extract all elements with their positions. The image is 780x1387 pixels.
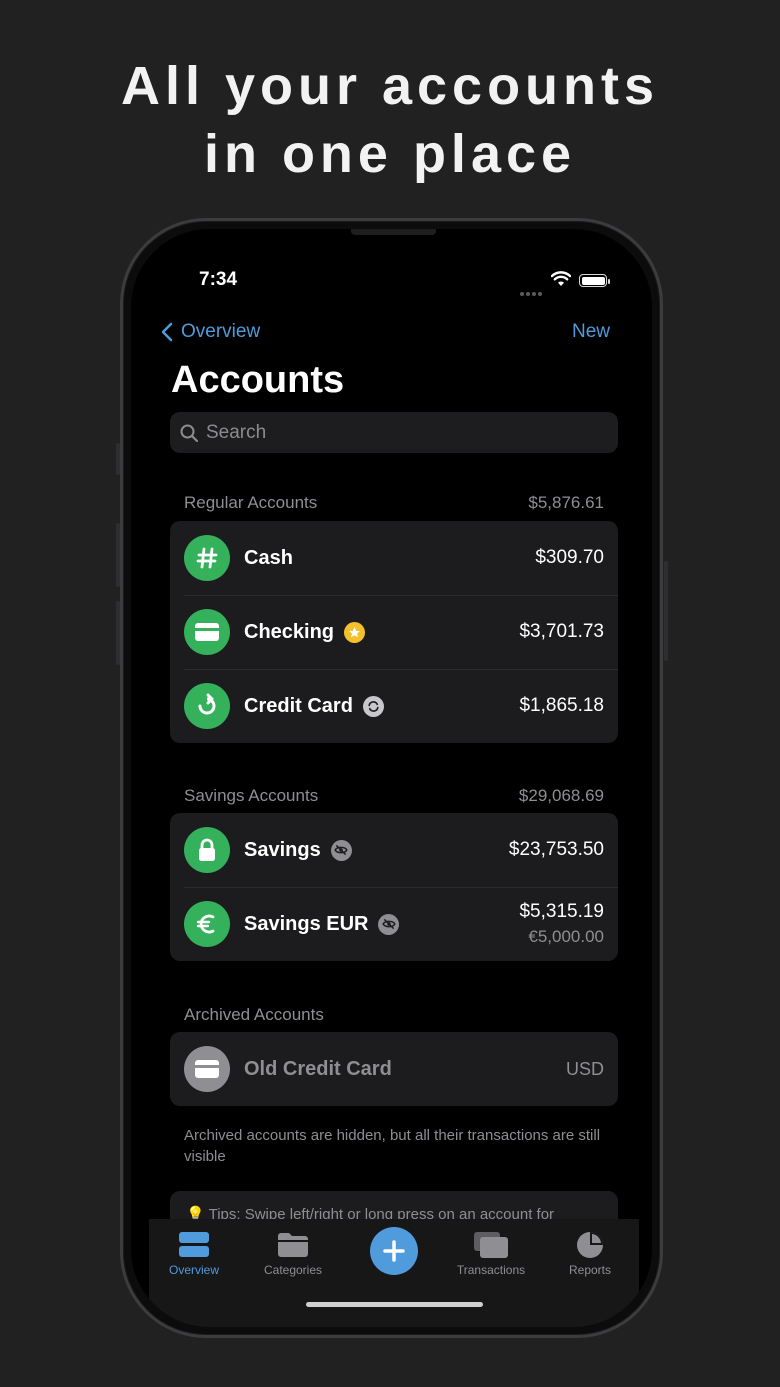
- account-row-checking[interactable]: Checking $3,701.73: [170, 595, 618, 669]
- phone-frame: 7:34 Overview New Accounts Regular Accou…: [116, 218, 668, 1338]
- navigation-bar: Overview New: [131, 309, 652, 349]
- section-title: Regular Accounts: [184, 493, 318, 512]
- account-row-cash[interactable]: Cash $309.70: [170, 521, 618, 595]
- tab-label: Transactions: [456, 1263, 526, 1277]
- account-name-wrap: Checking: [244, 620, 366, 644]
- account-name: Credit Card: [244, 694, 353, 717]
- account-balance-wrap: $5,315.19 €5,000.00: [519, 901, 604, 947]
- section-title: Savings Accounts: [184, 786, 319, 805]
- card-icon: [184, 1046, 230, 1092]
- headline-line-1: All your accounts: [120, 56, 660, 116]
- account-name-wrap: Savings EUR: [244, 912, 400, 936]
- eye-slash-icon: [378, 913, 400, 935]
- account-row-old-credit-card[interactable]: Old Credit Card USD: [170, 1032, 618, 1106]
- tab-label: Overview: [168, 1263, 219, 1277]
- headline: All your accounts in one place: [0, 52, 780, 188]
- account-name: Savings EUR: [244, 912, 369, 935]
- tab-transactions[interactable]: Transactions: [446, 1223, 536, 1277]
- page-title: Accounts: [171, 359, 345, 401]
- tab-label: Categories: [263, 1263, 323, 1277]
- add-transaction-button[interactable]: [370, 1227, 418, 1275]
- status-bar: 7:34: [131, 229, 652, 319]
- account-balance: $3,701.73: [519, 621, 604, 642]
- phone-screen: 7:34 Overview New Accounts Regular Accou…: [131, 229, 652, 1327]
- mute-switch: [116, 443, 120, 475]
- pie-chart-icon: [545, 1227, 635, 1263]
- account-row-savings[interactable]: Savings $23,753.50: [170, 813, 618, 887]
- search-input[interactable]: [206, 421, 586, 444]
- status-time: 7:34: [199, 269, 238, 290]
- volume-up-button: [116, 523, 120, 587]
- cycle-icon: [184, 683, 230, 729]
- savings-accounts-header: Savings Accounts $29,068.69: [184, 786, 604, 806]
- account-name: Old Credit Card: [244, 1057, 392, 1080]
- volume-down-button: [116, 601, 120, 665]
- plus-icon: [383, 1240, 405, 1262]
- headline-line-2: in one place: [203, 124, 577, 184]
- transactions-icon: [446, 1227, 536, 1263]
- star-icon: [344, 621, 366, 643]
- power-button: [664, 561, 668, 661]
- account-name-wrap: Savings: [244, 839, 352, 862]
- tab-bar: Overview Categories Transactions Reports: [149, 1219, 639, 1327]
- card-icon: [184, 609, 230, 655]
- tab-label: Reports: [568, 1263, 612, 1277]
- lock-icon: [184, 827, 230, 873]
- regular-accounts-header: Regular Accounts $5,876.61: [184, 493, 604, 513]
- euro-icon: [184, 901, 230, 947]
- account-balance: $1,865.18: [519, 695, 604, 716]
- search-icon: [180, 424, 198, 442]
- account-balance: $5,315.19: [519, 901, 604, 922]
- archived-footnote: Archived accounts are hidden, but all th…: [184, 1127, 601, 1165]
- back-button[interactable]: Overview: [161, 321, 260, 343]
- account-currency: USD: [565, 1058, 604, 1079]
- overview-icon: [149, 1227, 239, 1263]
- hash-icon: [184, 535, 230, 581]
- section-total: $5,876.61: [528, 493, 604, 512]
- archived-accounts-list: Old Credit Card USD: [170, 1032, 618, 1106]
- cellular-signal-icon: [520, 283, 544, 296]
- regular-accounts-list: Cash $309.70 Checking $3,701.73 Credit C…: [170, 521, 618, 743]
- eye-slash-icon: [330, 839, 352, 861]
- account-balance: $23,753.50: [508, 839, 604, 860]
- wifi-icon: [551, 271, 571, 286]
- search-bar[interactable]: [170, 412, 618, 453]
- home-indicator: [306, 1302, 483, 1307]
- account-row-credit-card[interactable]: Credit Card $1,865.18: [170, 669, 618, 743]
- cycle-badge-icon: [362, 695, 384, 717]
- account-name-wrap: Credit Card: [244, 695, 384, 718]
- chevron-left-icon: [161, 322, 173, 342]
- section-total: $29,068.69: [518, 786, 604, 805]
- section-title: Archived Accounts: [184, 1005, 324, 1024]
- account-row-savings-eur[interactable]: Savings EUR $5,315.19 €5,000.00: [170, 887, 618, 961]
- account-balance-original-currency: €5,000.00: [528, 927, 604, 946]
- account-name: Cash: [244, 546, 293, 569]
- tab-overview[interactable]: Overview: [149, 1223, 239, 1277]
- account-balance: $309.70: [535, 547, 604, 568]
- savings-accounts-list: Savings $23,753.50 Savings EUR $5,315.19…: [170, 813, 618, 961]
- tab-reports[interactable]: Reports: [545, 1223, 635, 1277]
- back-button-label: Overview: [181, 321, 261, 342]
- tab-categories[interactable]: Categories: [248, 1223, 338, 1277]
- new-account-button[interactable]: New: [572, 321, 610, 343]
- archived-accounts-header: Archived Accounts: [184, 1005, 604, 1025]
- account-name: Checking: [244, 620, 335, 643]
- folder-icon: [248, 1227, 338, 1263]
- account-name: Savings: [244, 838, 321, 861]
- battery-icon: [579, 274, 610, 287]
